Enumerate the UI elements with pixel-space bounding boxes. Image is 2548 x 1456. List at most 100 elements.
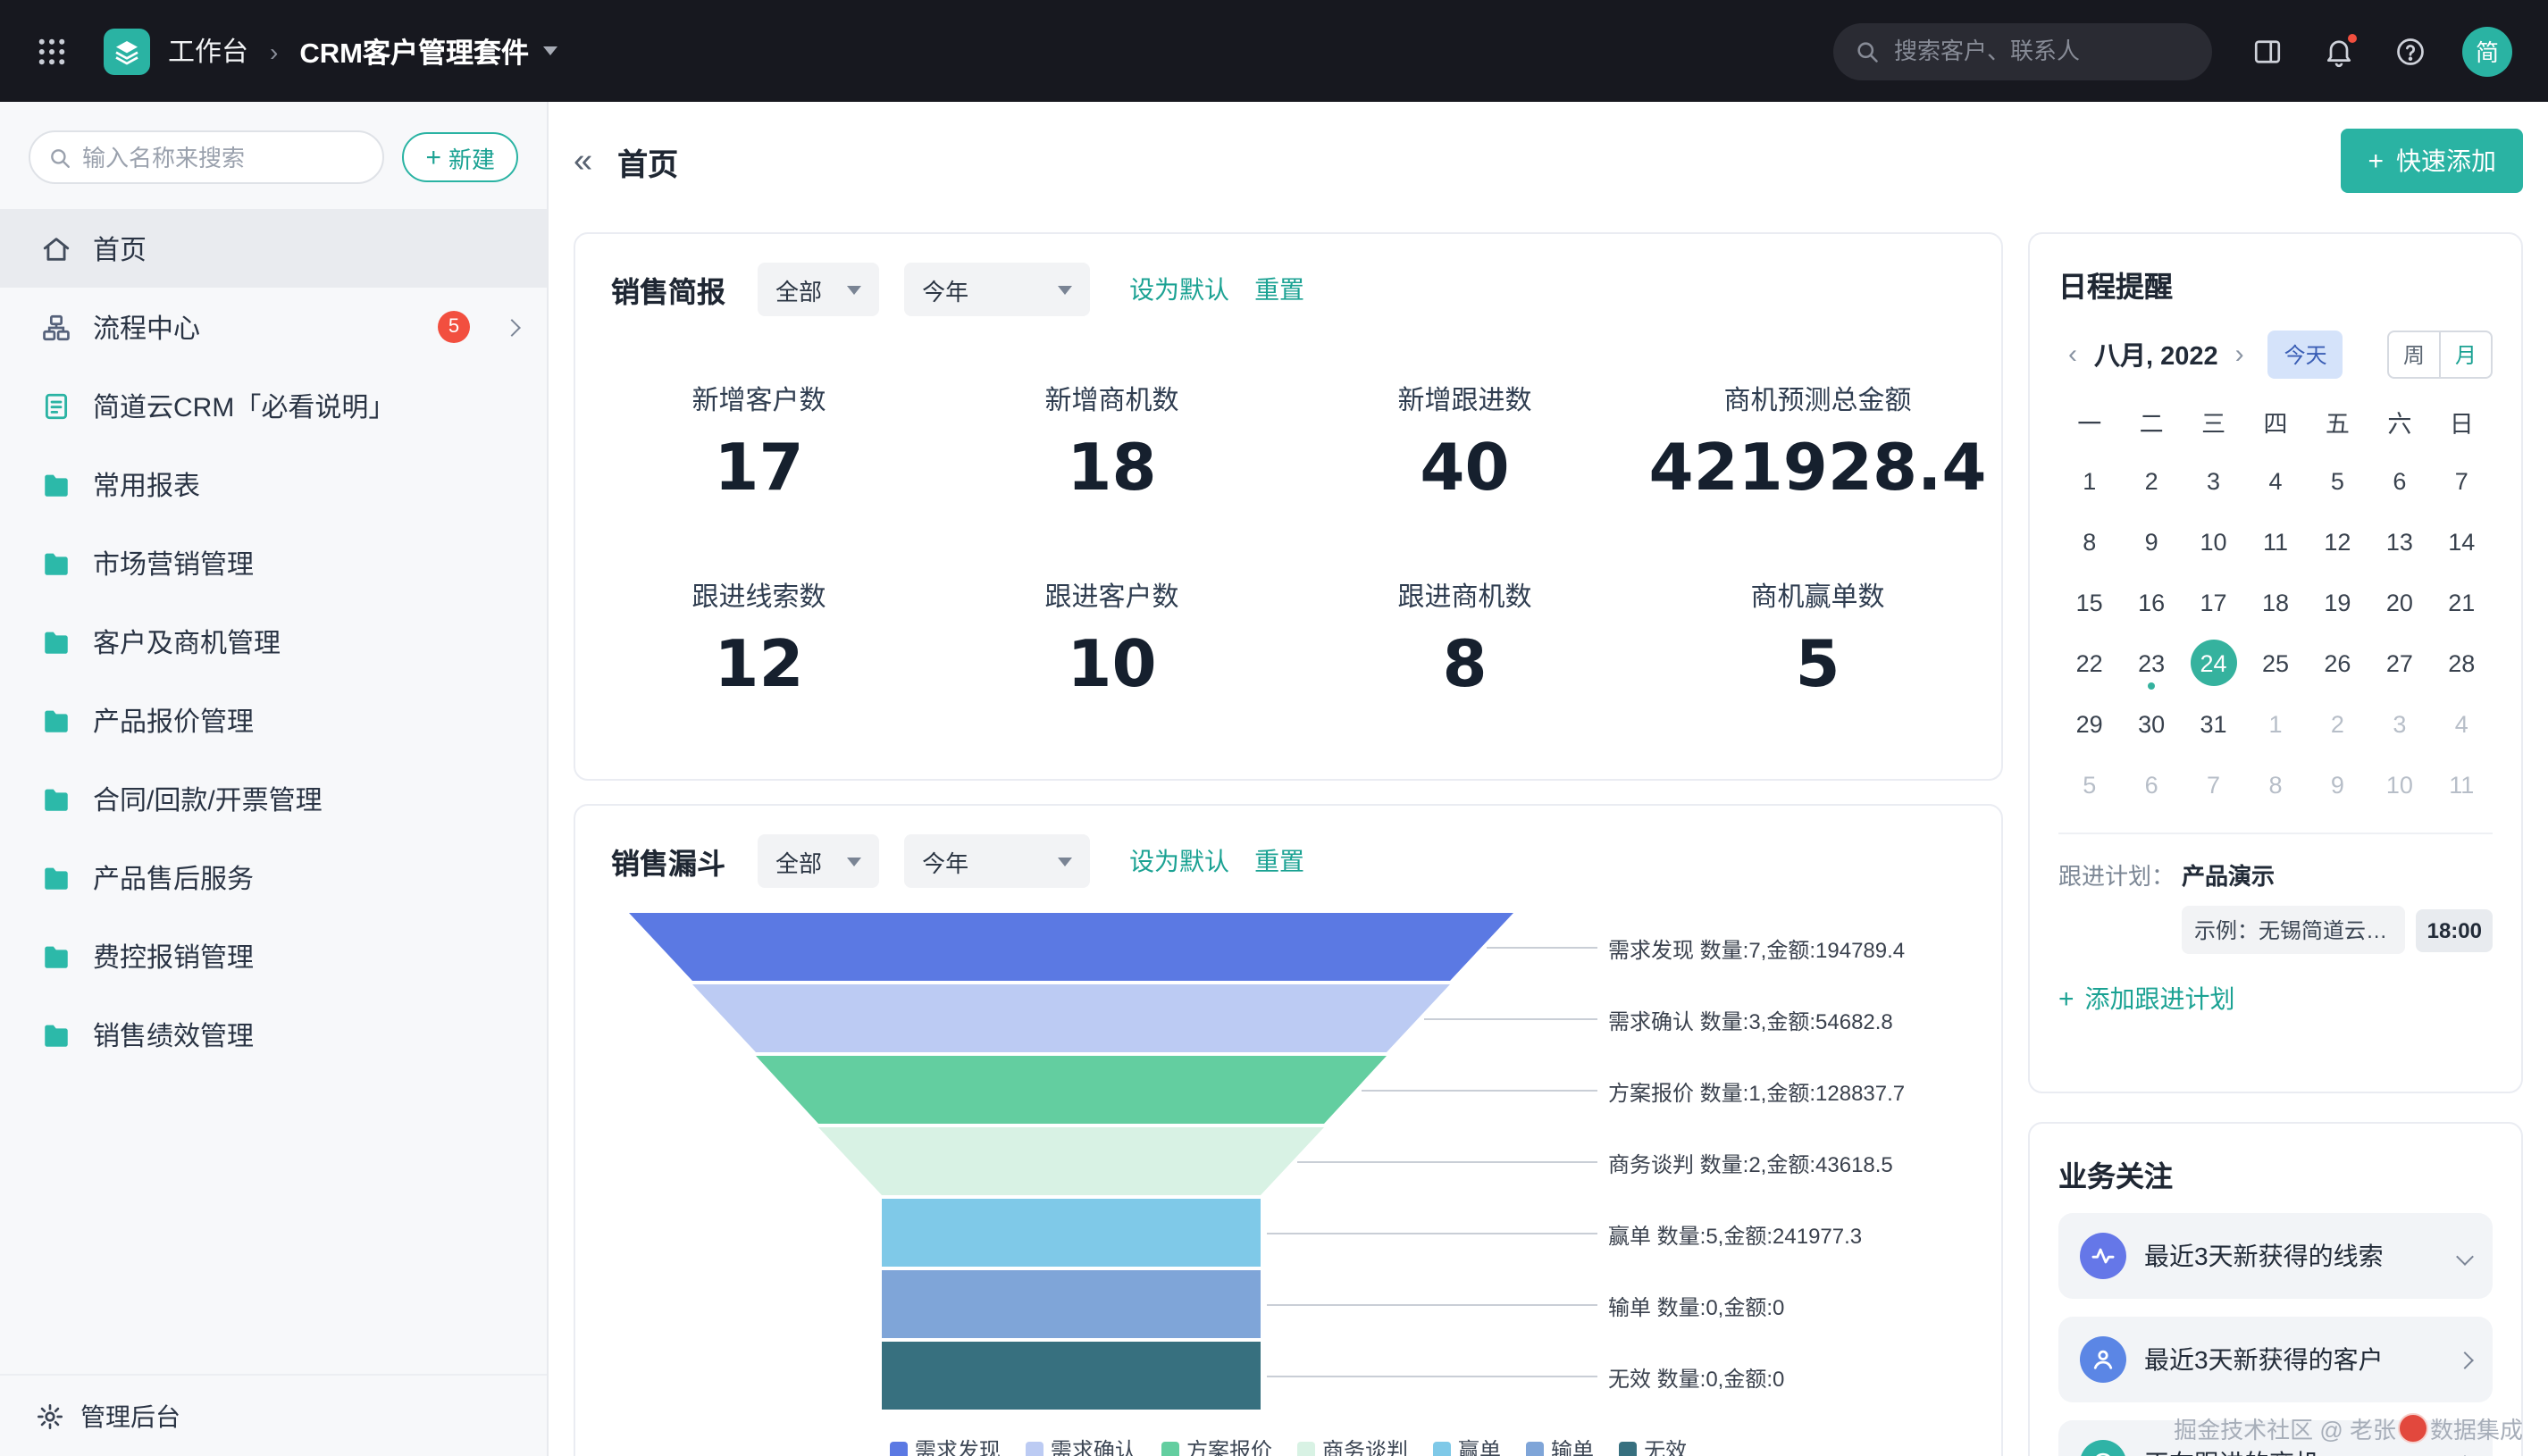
calendar-day[interactable]: 8 (2058, 511, 2120, 572)
sidebar-item-contract-invoice[interactable]: 合同/回款/开票管理 (0, 759, 547, 838)
app-switcher-caret-icon[interactable] (543, 46, 557, 55)
sidebar-item-common-reports[interactable]: 常用报表 (0, 445, 547, 523)
calendar-day[interactable]: 10 (2183, 511, 2244, 572)
sidebar-search[interactable] (29, 130, 385, 184)
sidebar-item-expense[interactable]: 费控报销管理 (0, 916, 547, 995)
sidebar-item-admin[interactable]: 管理后台 (0, 1374, 547, 1456)
legend-item[interactable]: 需求确认 (1025, 1435, 1136, 1456)
plan-detail-text[interactable]: 示例：无锡简道云科技有限... (2182, 906, 2406, 954)
calendar-day[interactable]: 26 (2307, 632, 2368, 693)
calendar-day[interactable]: 7 (2431, 450, 2493, 511)
calendar-day[interactable]: 10 (2368, 754, 2430, 815)
next-month-icon[interactable]: › (2225, 341, 2254, 368)
app-title[interactable]: CRM客户管理套件 (299, 31, 529, 71)
sidebar-item-process-center[interactable]: 流程中心 5 (0, 288, 547, 366)
funnel-stage-2[interactable] (692, 984, 1450, 1052)
business-item[interactable]: 最近3天新获得的线索 (2058, 1213, 2493, 1299)
add-plan-link[interactable]: + 添加跟进计划 (2058, 981, 2493, 1017)
calendar-day[interactable]: 21 (2431, 572, 2493, 632)
sidebar-item-home[interactable]: 首页 (0, 209, 547, 288)
calendar-day[interactable]: 17 (2183, 572, 2244, 632)
set-default-link[interactable]: 设为默认 (1129, 843, 1229, 879)
calendar-day[interactable]: 11 (2244, 511, 2306, 572)
week-toggle[interactable]: 周 (2389, 332, 2439, 377)
business-item[interactable]: 最近3天新获得的客户 (2058, 1317, 2493, 1402)
calendar-day[interactable]: 4 (2431, 693, 2493, 754)
calendar-day[interactable]: 31 (2183, 693, 2244, 754)
help-icon[interactable] (2394, 35, 2426, 67)
collapse-sidebar-icon[interactable]: « (574, 144, 592, 178)
quick-add-button[interactable]: + 快速添加 (2341, 129, 2523, 193)
calendar-day[interactable]: 29 (2058, 693, 2120, 754)
funnel-period-select[interactable]: 今年 (904, 834, 1091, 888)
workspace-link[interactable]: 工作台 (168, 32, 248, 70)
calendar-day[interactable]: 7 (2183, 754, 2244, 815)
chevron-down-icon[interactable] (2456, 1247, 2474, 1265)
global-search-input[interactable] (1894, 38, 2191, 64)
calendar-day[interactable]: 24 (2183, 632, 2244, 693)
calendar-day[interactable]: 19 (2307, 572, 2368, 632)
funnel-stage-1[interactable] (629, 913, 1513, 981)
sidebar-item-crm-guide[interactable]: 简道云CRM「必看说明」 (0, 366, 547, 445)
plan-name[interactable]: 产品演示 (2182, 858, 2493, 891)
chevron-right-icon[interactable] (2456, 1351, 2474, 1368)
reset-link[interactable]: 重置 (1254, 843, 1304, 879)
legend-item[interactable]: 无效 (1619, 1435, 1687, 1456)
calendar-day[interactable]: 14 (2431, 511, 2493, 572)
global-search[interactable] (1833, 22, 2212, 79)
funnel-scope-select[interactable]: 全部 (758, 834, 880, 888)
calendar-day[interactable]: 15 (2058, 572, 2120, 632)
calendar-day[interactable]: 28 (2431, 632, 2493, 693)
calendar-day[interactable]: 30 (2120, 693, 2182, 754)
calendar-day[interactable]: 1 (2058, 450, 2120, 511)
legend-item[interactable]: 方案报价 (1161, 1435, 1272, 1456)
prev-month-icon[interactable]: ‹ (2058, 341, 2087, 368)
legend-item[interactable]: 输单 (1526, 1435, 1594, 1456)
user-avatar[interactable]: 简 (2462, 26, 2512, 76)
calendar-day[interactable]: 9 (2307, 754, 2368, 815)
reset-link[interactable]: 重置 (1254, 272, 1304, 307)
calendar-day[interactable]: 6 (2120, 754, 2182, 815)
set-default-link[interactable]: 设为默认 (1129, 272, 1229, 307)
apps-grid-icon[interactable] (36, 35, 68, 67)
sidebar-item-customer-opportunity[interactable]: 客户及商机管理 (0, 602, 547, 681)
sales-brief-period-select[interactable]: 今年 (904, 263, 1091, 316)
calendar-day[interactable]: 9 (2120, 511, 2182, 572)
sidebar-item-after-sales[interactable]: 产品售后服务 (0, 838, 547, 916)
sidebar-item-product-quote[interactable]: 产品报价管理 (0, 681, 547, 759)
calendar-day[interactable]: 3 (2368, 693, 2430, 754)
calendar-day[interactable]: 5 (2058, 754, 2120, 815)
notifications-bell-icon[interactable] (2323, 31, 2359, 67)
legend-item[interactable]: 商务谈判 (1296, 1435, 1408, 1456)
calendar-day[interactable]: 13 (2368, 511, 2430, 572)
calendar-day[interactable]: 11 (2431, 754, 2493, 815)
sales-brief-scope-select[interactable]: 全部 (758, 263, 880, 316)
calendar-day[interactable]: 22 (2058, 632, 2120, 693)
calendar-day[interactable]: 16 (2120, 572, 2182, 632)
new-button[interactable]: + 新建 (402, 132, 518, 182)
calendar-day[interactable]: 8 (2244, 754, 2306, 815)
calendar-day[interactable]: 3 (2183, 450, 2244, 511)
calendar-day[interactable]: 6 (2368, 450, 2430, 511)
calendar-day[interactable]: 5 (2307, 450, 2368, 511)
calendar-day[interactable]: 27 (2368, 632, 2430, 693)
calendar-day[interactable]: 18 (2244, 572, 2306, 632)
docs-panel-icon[interactable] (2251, 35, 2284, 67)
calendar-day[interactable]: 2 (2307, 693, 2368, 754)
calendar-day[interactable]: 2 (2120, 450, 2182, 511)
legend-item[interactable]: 赢单 (1433, 1435, 1501, 1456)
calendar-day[interactable]: 4 (2244, 450, 2306, 511)
sidebar-item-performance[interactable]: 销售绩效管理 (0, 995, 547, 1074)
month-toggle[interactable]: 月 (2438, 332, 2491, 377)
calendar-day[interactable]: 23 (2120, 632, 2182, 693)
calendar-day[interactable]: 20 (2368, 572, 2430, 632)
today-button[interactable]: 今天 (2267, 331, 2343, 379)
sidebar-search-input[interactable] (82, 144, 365, 171)
legend-item[interactable]: 需求发现 (889, 1435, 1001, 1456)
calendar-day[interactable]: 12 (2307, 511, 2368, 572)
app-logo-icon[interactable] (104, 28, 150, 74)
calendar-day[interactable]: 1 (2244, 693, 2306, 754)
sidebar-item-marketing[interactable]: 市场营销管理 (0, 523, 547, 602)
calendar-day[interactable]: 25 (2244, 632, 2306, 693)
folder-icon (39, 626, 71, 657)
